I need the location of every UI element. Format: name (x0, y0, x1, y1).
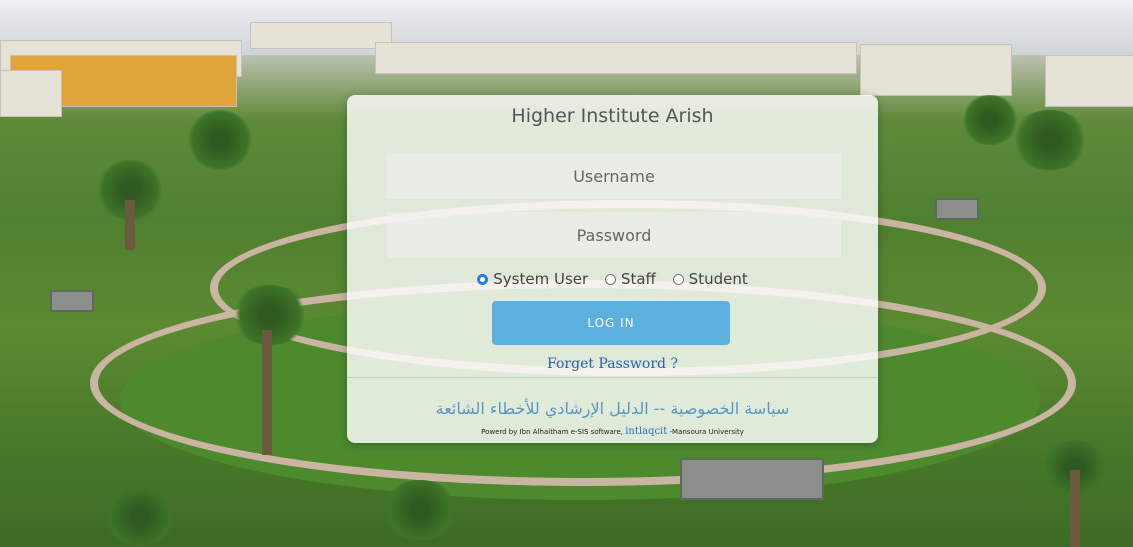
password-field[interactable] (387, 212, 841, 258)
palm-trunk (1070, 470, 1080, 547)
radio-unselected-icon[interactable] (672, 273, 684, 285)
powered-suffix: -Mansoura University (669, 428, 744, 436)
building (860, 44, 1012, 96)
radio-student[interactable]: Student (672, 270, 748, 288)
radio-label: Student (688, 270, 748, 288)
building (250, 22, 392, 49)
palm-trunk (262, 330, 272, 455)
palm-trunk (125, 200, 135, 250)
radio-label: System User (493, 270, 589, 288)
building (375, 42, 857, 74)
privacy-links[interactable]: سياسة الخصوصية -- الدليل الإرشادي للأخطا… (347, 399, 878, 418)
powered-link[interactable]: intlaqcit (625, 426, 667, 437)
forget-password-link[interactable]: Forget Password ? (347, 356, 878, 372)
palm-tree (380, 480, 460, 540)
radio-label: Staff (620, 270, 656, 288)
page-title: Higher Institute Arish (511, 105, 714, 127)
divider (347, 377, 878, 378)
gazebo (935, 198, 979, 220)
building (1045, 55, 1133, 107)
radio-unselected-icon[interactable] (604, 273, 616, 285)
login-panel: Higher Institute Arish System User Staff… (347, 95, 878, 443)
radio-system-user[interactable]: System User (477, 270, 588, 288)
palm-tree (185, 110, 255, 170)
user-type-group: System User Staff Student (347, 270, 878, 289)
gazebo (680, 458, 824, 500)
login-button[interactable]: LOG IN (492, 301, 730, 345)
palm-tree (1010, 110, 1090, 170)
username-field[interactable] (387, 153, 841, 199)
powered-by: Powerd by Ibn Alhaitham e-SIS software, … (347, 426, 878, 437)
radio-selected-icon[interactable] (477, 273, 489, 285)
building (0, 70, 62, 117)
palm-tree (100, 490, 180, 545)
radio-staff[interactable]: Staff (604, 270, 656, 288)
powered-prefix: Powerd by Ibn Alhaitham e-SIS software, (481, 428, 623, 436)
gazebo (50, 290, 94, 312)
